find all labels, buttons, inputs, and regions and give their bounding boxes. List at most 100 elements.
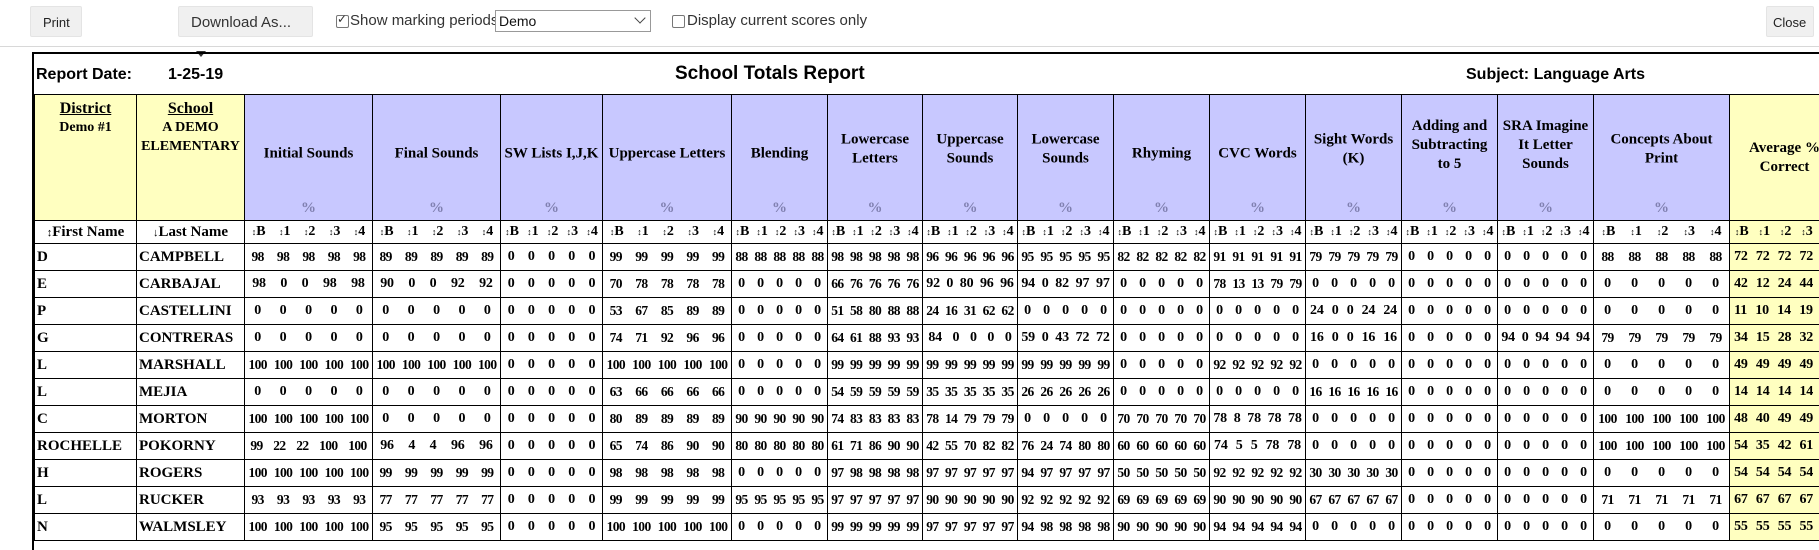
marking-period-label[interactable]: ↕B xyxy=(1502,224,1516,240)
marking-period-header-3[interactable]: ↕B ↕1 ↕2 ↕3 ↕4 xyxy=(500,220,603,244)
marking-period-label[interactable]: ↕1 xyxy=(1138,224,1150,240)
last-name-header[interactable]: ↓Last Name xyxy=(136,220,245,244)
marking-period-label[interactable]: ↕2 xyxy=(1253,224,1265,240)
marking-period-label[interactable]: ↕2 xyxy=(1349,224,1361,240)
marking-period-label[interactable]: ↕1 xyxy=(1330,224,1342,240)
marking-period-label[interactable]: ↕3 xyxy=(889,224,901,240)
marking-period-label[interactable]: ↕1 xyxy=(527,224,539,240)
marking-period-label[interactable]: ↕B xyxy=(1310,224,1324,240)
marking-period-label[interactable]: ↕2 xyxy=(1061,224,1073,240)
close-button[interactable]: Close xyxy=(1766,6,1814,37)
marking-period-header-5[interactable]: ↕B ↕1 ↕2 ↕3 ↕4 xyxy=(731,220,828,244)
marking-period-header-8[interactable]: ↕B ↕1 ↕2 ↕3 ↕4 xyxy=(1017,220,1114,244)
marking-period-label[interactable]: ↕B xyxy=(1735,224,1749,240)
marking-period-label[interactable]: ↕4 xyxy=(1002,224,1014,240)
marking-period-label[interactable]: ↕3 xyxy=(688,224,700,240)
print-button[interactable]: Print xyxy=(30,6,82,37)
first-name-header[interactable]: ↕First Name xyxy=(34,220,137,244)
marking-period-label[interactable]: ↕3 xyxy=(1683,224,1695,240)
marking-period-label[interactable]: ↕2 xyxy=(662,224,674,240)
marking-period-label[interactable]: ↕1 xyxy=(756,224,768,240)
marking-period-header-10[interactable]: ↕B ↕1 ↕2 ↕3 ↕4 xyxy=(1209,220,1306,244)
marking-period-label[interactable]: ↕1 xyxy=(1234,224,1246,240)
marking-period-label[interactable]: ↕3 xyxy=(1801,224,1813,240)
marking-period-header-1[interactable]: ↕B ↕1 ↕2 ↕3 ↕4 xyxy=(244,220,373,244)
marking-period-label[interactable]: ↕B xyxy=(1118,224,1132,240)
marking-period-label[interactable]: ↕4 xyxy=(812,224,824,240)
marking-period-label[interactable]: ↕B xyxy=(1406,224,1420,240)
marking-period-label[interactable]: ↕2 xyxy=(1657,224,1669,240)
marking-period-label[interactable]: ↕1 xyxy=(279,224,291,240)
marking-period-label[interactable]: ↕2 xyxy=(870,224,882,240)
marking-period-label[interactable]: ↕4 xyxy=(1098,224,1110,240)
marking-period-header-4[interactable]: ↕B ↕1 ↕2 ↕3 ↕4 xyxy=(602,220,732,244)
marking-period-label[interactable]: ↕4 xyxy=(1710,224,1722,240)
marking-period-header-7[interactable]: ↕B ↕1 ↕2 ↕3 ↕4 xyxy=(922,220,1018,244)
marking-period-label[interactable]: ↕2 xyxy=(1157,224,1169,240)
marking-period-label[interactable]: ↕3 xyxy=(793,224,805,240)
marking-period-label[interactable]: ↕2 xyxy=(547,224,559,240)
marking-period-label[interactable]: ↕4 xyxy=(907,224,919,240)
marking-period-header-9[interactable]: ↕B ↕1 ↕2 ↕3 ↕4 xyxy=(1113,220,1210,244)
marking-period-label[interactable]: ↕3 xyxy=(1463,224,1475,240)
marking-period-label[interactable]: ↕B xyxy=(1022,224,1036,240)
marking-period-label[interactable]: ↕4 xyxy=(354,224,366,240)
marking-period-label[interactable]: ↕4 xyxy=(1578,224,1590,240)
marking-period-label[interactable]: ↕3 xyxy=(1559,224,1571,240)
marking-period-label[interactable]: ↕2 xyxy=(304,224,316,240)
marking-period-label[interactable]: ↕1 xyxy=(1426,224,1438,240)
marking-period-label[interactable]: ↕B xyxy=(926,224,940,240)
score-value: 0 xyxy=(1523,303,1530,318)
marking-period-label[interactable]: ↕B xyxy=(1602,224,1616,240)
marking-period-label[interactable]: ↕2 xyxy=(775,224,787,240)
marking-period-label[interactable]: ↕3 xyxy=(1079,224,1091,240)
marking-period-label[interactable]: ↕1 xyxy=(1522,224,1534,240)
show-marking-periods-checkbox[interactable] xyxy=(336,12,349,28)
marking-period-header-2[interactable]: ↕B ↕1 ↕2 ↕3 ↕4 xyxy=(372,220,501,244)
marking-period-label[interactable]: ↕1 xyxy=(407,224,419,240)
marking-period-label[interactable]: ↕1 xyxy=(1042,224,1054,240)
marking-period-label[interactable]: ↕4 xyxy=(1194,224,1206,240)
marking-period-label[interactable]: ↕1 xyxy=(852,224,864,240)
marking-period-label[interactable]: ↕3 xyxy=(1271,224,1283,240)
marking-period-label[interactable]: ↕1 xyxy=(1630,224,1642,240)
marking-period-header-13[interactable]: ↕B ↕1 ↕2 ↕3 ↕4 xyxy=(1497,220,1594,244)
marking-period-label[interactable]: ↕3 xyxy=(984,224,996,240)
marking-period-label[interactable]: ↕2 xyxy=(1541,224,1553,240)
marking-period-label[interactable]: ↕B xyxy=(736,224,750,240)
marking-period-label[interactable]: ↕2 xyxy=(432,224,444,240)
marking-period-label[interactable]: ↕1 xyxy=(637,224,649,240)
marking-period-label[interactable]: ↕B xyxy=(610,224,624,240)
marking-period-label[interactable]: ↕3 xyxy=(567,224,579,240)
marking-period-label[interactable]: ↕4 xyxy=(1386,224,1398,240)
marking-period-label[interactable]: ↕3 xyxy=(457,224,469,240)
marking-period-label[interactable]: ↕4 xyxy=(713,224,725,240)
score-value: 58 xyxy=(850,303,863,318)
marking-period-label[interactable]: ↕1 xyxy=(1759,224,1771,240)
download-as-button[interactable]: Download As... xyxy=(178,6,313,58)
marking-period-label[interactable]: ↕2 xyxy=(965,224,977,240)
marking-period-label[interactable]: ↕B xyxy=(1214,224,1228,240)
display-current-scores-checkbox[interactable] xyxy=(672,15,685,28)
marking-period-label[interactable]: ↕3 xyxy=(1175,224,1187,240)
marking-period-label[interactable]: ↕2 xyxy=(1445,224,1457,240)
marking-period-label[interactable]: ↕4 xyxy=(1290,224,1302,240)
marking-period-label[interactable]: ↕2 xyxy=(1780,224,1792,240)
marking-period-header-14[interactable]: ↕B ↕1 ↕2 ↕3 ↕4 xyxy=(1593,220,1730,244)
marking-period-label[interactable]: ↕1 xyxy=(947,224,959,240)
marking-period-label[interactable]: ↕B xyxy=(505,224,519,240)
marking-period-label[interactable]: ↕3 xyxy=(329,224,341,240)
average-marking-period-header[interactable]: ↕B↕1↕2↕3↕4 xyxy=(1729,220,1819,244)
marking-period-label[interactable]: ↕B xyxy=(252,224,266,240)
marking-period-label[interactable]: ↕4 xyxy=(586,224,598,240)
marking-period-select[interactable]: Demo xyxy=(495,10,651,32)
marking-period-header-6[interactable]: ↕B ↕1 ↕2 ↕3 ↕4 xyxy=(827,220,923,244)
marking-period-label[interactable]: ↕B xyxy=(380,224,394,240)
marking-period-label[interactable]: ↕B xyxy=(831,224,845,240)
marking-period-header-11[interactable]: ↕B ↕1 ↕2 ↕3 ↕4 xyxy=(1305,220,1402,244)
marking-period-header-12[interactable]: ↕B ↕1 ↕2 ↕3 ↕4 xyxy=(1401,220,1498,244)
marking-period-label[interactable]: ↕3 xyxy=(1367,224,1379,240)
score-values: 95 95 95 95 95 xyxy=(733,492,827,508)
marking-period-label[interactable]: ↕4 xyxy=(1482,224,1494,240)
marking-period-label[interactable]: ↕4 xyxy=(482,224,494,240)
